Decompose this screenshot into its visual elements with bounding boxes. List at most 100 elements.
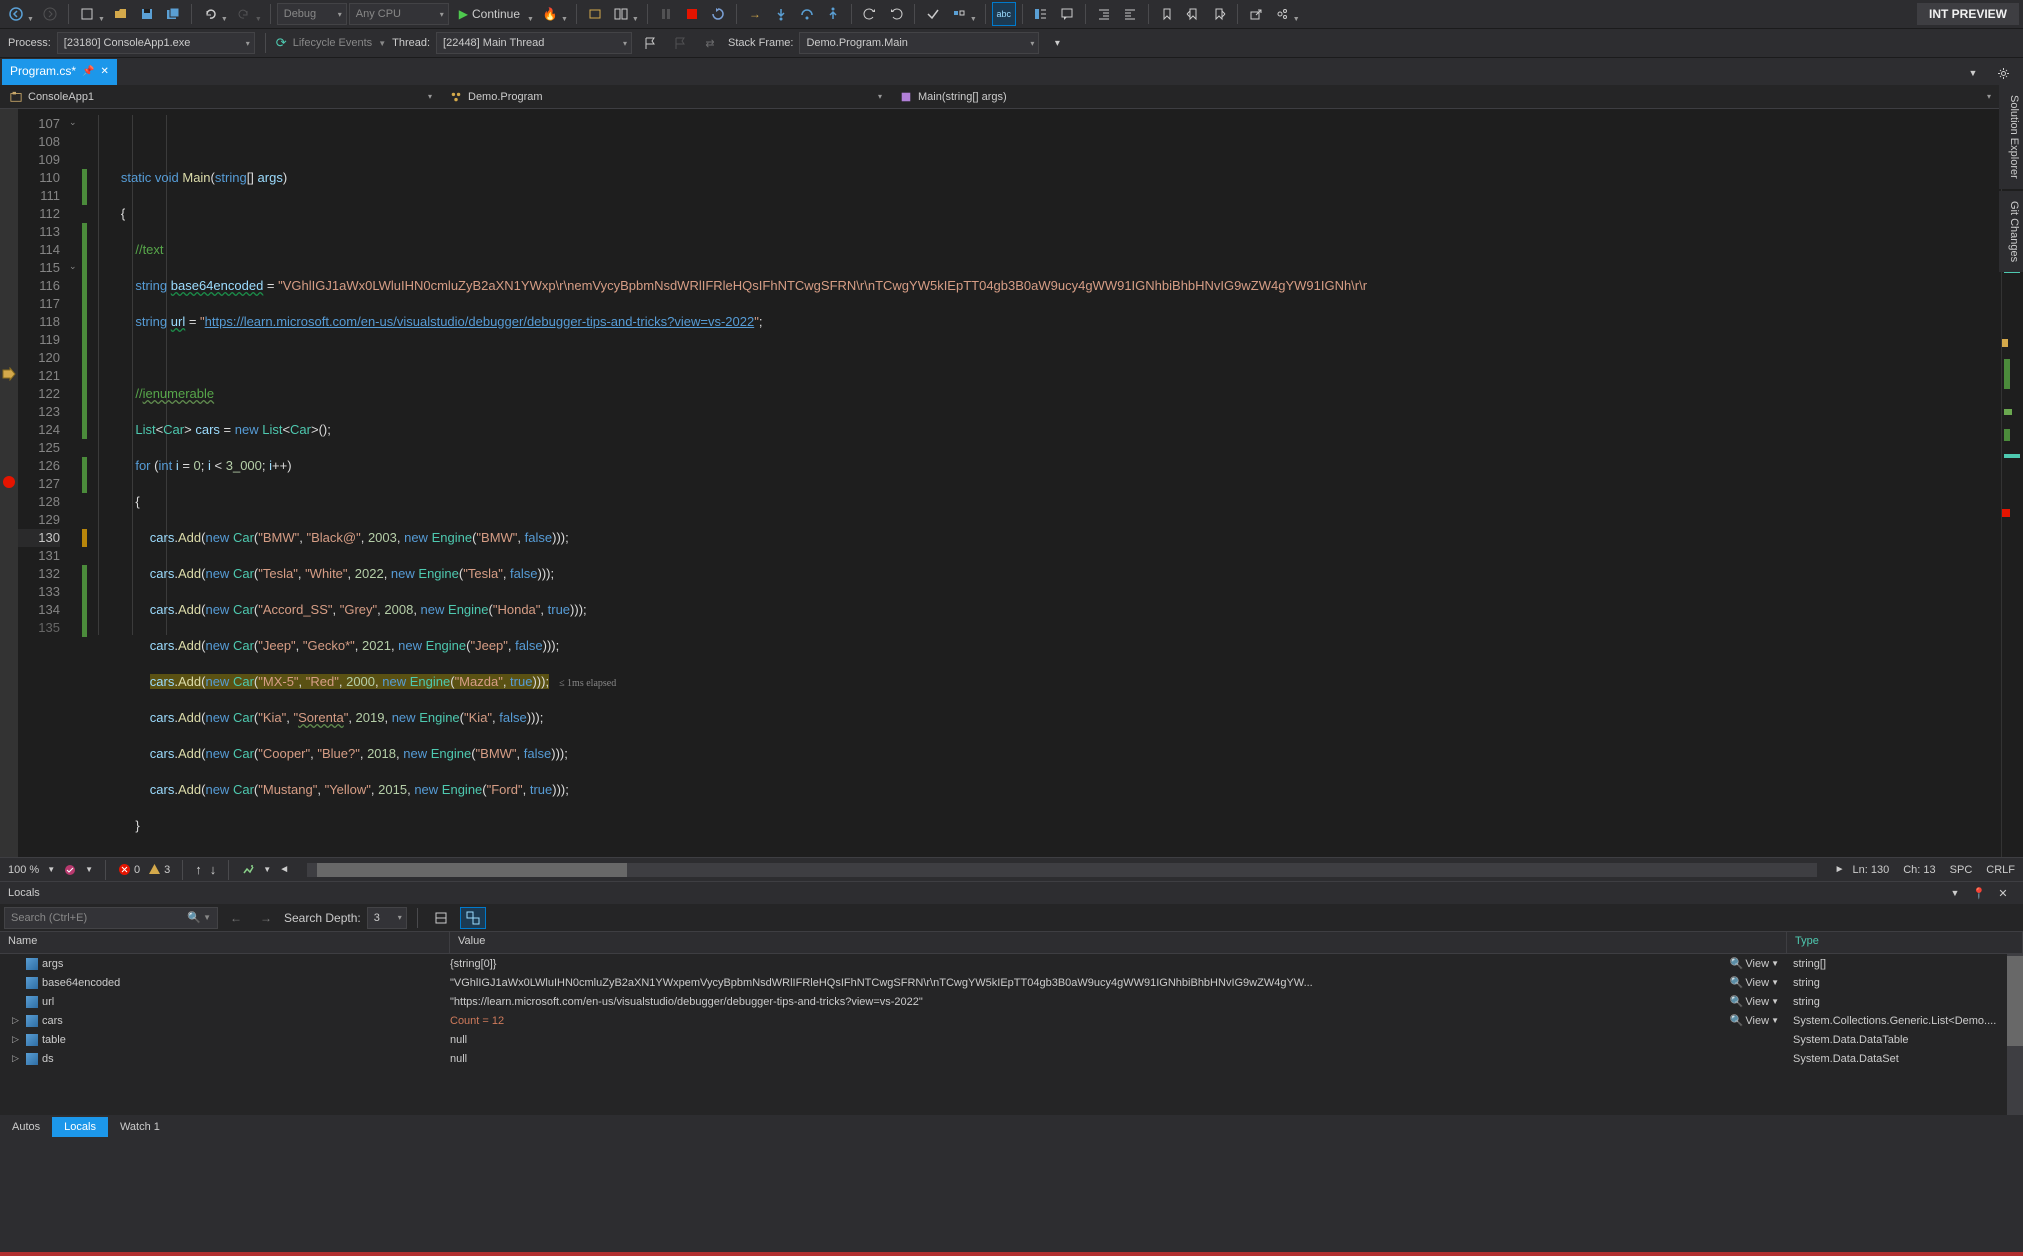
indent-indicator[interactable]: SPC bbox=[1950, 864, 1973, 876]
expand-icon[interactable]: ▷ bbox=[12, 1034, 22, 1045]
tab-autos[interactable]: Autos bbox=[0, 1117, 52, 1137]
locals-row[interactable]: ▷carsCount = 12🔍View ▼System.Collections… bbox=[0, 1011, 2023, 1030]
process-combo[interactable]: [23180] ConsoleApp1.exe bbox=[57, 32, 255, 54]
tab-watch[interactable]: Watch 1 bbox=[108, 1117, 172, 1137]
depth-combo[interactable]: 3 bbox=[367, 907, 407, 929]
step-into-button[interactable] bbox=[769, 2, 793, 26]
indent-right-icon[interactable] bbox=[1118, 2, 1142, 26]
health-icon[interactable] bbox=[63, 863, 77, 877]
crumb-project[interactable]: ConsoleApp1 bbox=[0, 91, 440, 103]
step-back-button[interactable] bbox=[858, 2, 882, 26]
panel-pin-icon[interactable]: 📍 bbox=[1967, 881, 1991, 905]
scroll-right-icon[interactable]: ► bbox=[1835, 864, 1845, 875]
hot-reload-drop-icon[interactable]: ▼ bbox=[561, 16, 570, 23]
live-share-icon[interactable] bbox=[1270, 2, 1294, 26]
panel-close-icon[interactable]: ✕ bbox=[1991, 881, 2015, 905]
share-icon[interactable] bbox=[1244, 2, 1268, 26]
abc-visualize-button[interactable]: abc bbox=[992, 2, 1016, 26]
fold-collapse-icon[interactable]: ⌄ bbox=[69, 261, 77, 272]
horizontal-scrollbar[interactable] bbox=[307, 863, 1816, 877]
bookmark-icon[interactable] bbox=[1155, 2, 1179, 26]
errors-badge[interactable]: 0 bbox=[118, 863, 140, 876]
crumb-member[interactable]: Main(string[] args) bbox=[890, 91, 1999, 103]
show-next-button[interactable]: → bbox=[743, 2, 767, 26]
pin-icon[interactable]: 📌 bbox=[82, 66, 94, 77]
restart-button[interactable] bbox=[706, 2, 730, 26]
cleanup-icon[interactable] bbox=[241, 863, 255, 877]
step-out-button[interactable] bbox=[821, 2, 845, 26]
nav-back-drop-icon[interactable]: ▼ bbox=[27, 16, 36, 23]
new-item-button[interactable] bbox=[75, 2, 99, 26]
search-icon[interactable]: 🔍 bbox=[187, 911, 201, 924]
zoom-level[interactable]: 100 % bbox=[8, 864, 39, 876]
step-over-button[interactable] bbox=[795, 2, 819, 26]
locals-row[interactable]: base64encoded"VGhlIGJ1aWx0LWluIHN0cmluZy… bbox=[0, 973, 2023, 992]
tb-icon-2[interactable] bbox=[609, 2, 633, 26]
breakpoint-icon[interactable] bbox=[3, 476, 15, 488]
save-button[interactable] bbox=[135, 2, 159, 26]
undo-button[interactable] bbox=[198, 2, 222, 26]
toggle-1[interactable] bbox=[428, 907, 454, 929]
warnings-badge[interactable]: 3 bbox=[148, 863, 170, 876]
solution-explorer-tab[interactable]: Solution Explorer bbox=[1999, 85, 2023, 189]
continue-drop-icon[interactable]: ▼ bbox=[527, 16, 536, 23]
grid-scrollbar[interactable] bbox=[2007, 954, 2023, 1115]
breakpoint-margin[interactable] bbox=[0, 109, 18, 857]
indent-left-icon[interactable] bbox=[1092, 2, 1116, 26]
col-indicator[interactable]: Ch: 13 bbox=[1903, 864, 1935, 876]
line-indicator[interactable]: Ln: 130 bbox=[1853, 864, 1890, 876]
nav-back-button[interactable] bbox=[4, 2, 28, 26]
tab-overflow-icon[interactable]: ▼ bbox=[1961, 61, 1985, 85]
nav-down-icon[interactable]: ↓ bbox=[210, 862, 217, 877]
expand-icon[interactable]: ▷ bbox=[12, 1015, 22, 1026]
format-icon[interactable] bbox=[1029, 2, 1053, 26]
view-visualizer[interactable]: 🔍View ▼ bbox=[1730, 1014, 1779, 1027]
undo-drop-icon[interactable]: ▼ bbox=[221, 16, 230, 23]
view-visualizer[interactable]: 🔍View ▼ bbox=[1730, 976, 1779, 989]
open-file-button[interactable] bbox=[109, 2, 133, 26]
step-fwd-button[interactable] bbox=[884, 2, 908, 26]
tb-icon-b[interactable] bbox=[947, 2, 971, 26]
expand-icon[interactable]: ▷ bbox=[12, 1053, 22, 1064]
file-tab-program-cs[interactable]: Program.cs* 📌 ✕ bbox=[2, 59, 117, 85]
crumb-class[interactable]: Demo.Program bbox=[440, 91, 890, 103]
thread-combo[interactable]: [22448] Main Thread bbox=[436, 32, 632, 54]
flag-icon[interactable] bbox=[638, 31, 662, 55]
search-input[interactable]: Search (Ctrl+E) 🔍 ▼ bbox=[4, 907, 218, 929]
col-type[interactable]: Type bbox=[1787, 932, 2023, 953]
stackframe-combo[interactable]: Demo.Program.Main bbox=[799, 32, 1039, 54]
code-editor[interactable]: 1071081091101111121131141151161171181191… bbox=[0, 109, 2023, 857]
toggle-2[interactable] bbox=[460, 907, 486, 929]
close-icon[interactable]: ✕ bbox=[100, 66, 108, 77]
tab-locals[interactable]: Locals bbox=[52, 1117, 108, 1137]
git-changes-tab[interactable]: Git Changes bbox=[1999, 191, 2023, 272]
stop-button[interactable] bbox=[680, 2, 704, 26]
lifecycle-label[interactable]: Lifecycle Events bbox=[293, 37, 372, 49]
save-all-button[interactable] bbox=[161, 2, 185, 26]
locals-row[interactable]: ▷dsnullSystem.Data.DataSet bbox=[0, 1049, 2023, 1068]
locals-row[interactable]: url"https://learn.microsoft.com/en-us/vi… bbox=[0, 992, 2023, 1011]
comment-icon[interactable] bbox=[1055, 2, 1079, 26]
new-item-drop-icon[interactable]: ▼ bbox=[98, 16, 107, 23]
toolbar-options-icon[interactable]: ▾ bbox=[1045, 31, 1069, 55]
fold-column[interactable]: ⌄ ⌄ bbox=[66, 109, 82, 857]
platform-combo[interactable]: Any CPU bbox=[349, 3, 449, 25]
panel-dropdown-icon[interactable]: ▼ bbox=[1943, 881, 1967, 905]
tb-icon-a[interactable] bbox=[921, 2, 945, 26]
fold-collapse-icon[interactable]: ⌄ bbox=[69, 117, 77, 128]
continue-button[interactable]: ▶Continue bbox=[451, 2, 528, 26]
elapsed-time-lens[interactable]: ≤ 1ms elapsed bbox=[549, 678, 616, 689]
nav-up-icon[interactable]: ↑ bbox=[195, 862, 202, 877]
config-combo[interactable]: Debug bbox=[277, 3, 347, 25]
tab-settings-icon[interactable] bbox=[1991, 61, 2015, 85]
view-visualizer[interactable]: 🔍View ▼ bbox=[1730, 995, 1779, 1008]
locals-grid[interactable]: args{string[0]}🔍View ▼string[]base64enco… bbox=[0, 954, 2023, 1115]
references-lens[interactable]: 0 references bbox=[162, 109, 211, 116]
scroll-left-icon[interactable]: ◄ bbox=[279, 864, 289, 875]
bookmark-prev-icon[interactable] bbox=[1181, 2, 1205, 26]
hot-reload-button[interactable]: 🔥 bbox=[538, 2, 562, 26]
col-value[interactable]: Value bbox=[450, 932, 1787, 953]
tb-icon-1[interactable] bbox=[583, 2, 607, 26]
bookmark-next-icon[interactable] bbox=[1207, 2, 1231, 26]
locals-row[interactable]: args{string[0]}🔍View ▼string[] bbox=[0, 954, 2023, 973]
